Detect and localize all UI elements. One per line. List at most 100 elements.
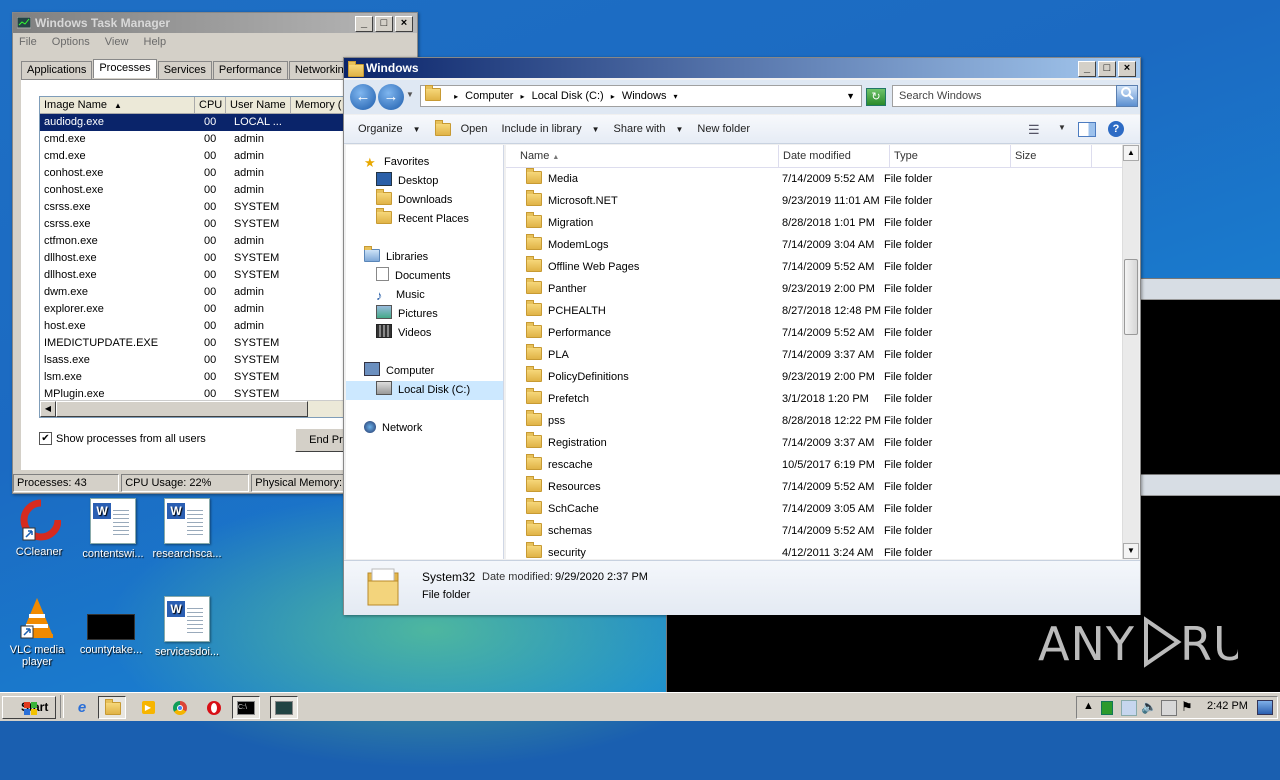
taskbar-task-manager-button[interactable] bbox=[270, 696, 298, 719]
tab-processes[interactable]: Processes bbox=[93, 59, 157, 78]
desktop-icon-vlc[interactable]: VLC media player bbox=[0, 596, 74, 668]
breadcrumb-chevron-icon[interactable]: ▾ bbox=[674, 92, 678, 101]
scroll-up-button[interactable]: ▲ bbox=[1123, 145, 1139, 161]
menu-help[interactable]: Help bbox=[144, 36, 167, 48]
tab-applications[interactable]: Applications bbox=[21, 61, 93, 80]
file-row[interactable]: rescache 10/5/2017 6:19 PM File folder bbox=[506, 454, 1122, 476]
close-button[interactable]: × bbox=[395, 16, 413, 32]
show-all-processes-option[interactable]: ✔ Show processes from all users bbox=[39, 432, 206, 445]
console-titlebar[interactable] bbox=[1141, 475, 1280, 496]
file-row[interactable]: ModemLogs 7/14/2009 3:04 AM File folder bbox=[506, 234, 1122, 256]
view-dropdown-icon[interactable]: ▼ bbox=[1058, 123, 1066, 132]
vertical-scrollbar[interactable]: ▲ ▼ bbox=[1122, 145, 1139, 559]
desktop-icon-doc-2[interactable]: W researchsca... bbox=[150, 498, 224, 560]
nav-libraries[interactable]: Libraries bbox=[346, 246, 503, 267]
file-row[interactable]: SchCache 7/14/2009 3:05 AM File folder bbox=[506, 498, 1122, 520]
file-list[interactable]: Name ▲ Date modified Type Size Media 7/14… bbox=[506, 145, 1122, 559]
file-row[interactable]: PCHEALTH 8/27/2018 12:48 PM File folder bbox=[506, 300, 1122, 322]
column-type[interactable]: Type bbox=[890, 145, 1011, 167]
nav-videos[interactable]: Videos bbox=[346, 324, 503, 343]
file-row[interactable]: schemas 7/14/2009 5:52 AM File folder bbox=[506, 520, 1122, 542]
file-row[interactable]: Migration 8/28/2018 1:01 PM File folder bbox=[506, 212, 1122, 234]
volume-icon[interactable]: 🔈 bbox=[1141, 699, 1157, 715]
desktop-icon-file[interactable]: countytake... bbox=[74, 596, 148, 656]
back-button[interactable]: ← bbox=[350, 84, 376, 110]
recent-pages-chevron-icon[interactable]: ▼ bbox=[406, 90, 414, 99]
file-row[interactable]: PolicyDefinitions 9/23/2019 2:00 PM File f… bbox=[506, 366, 1122, 388]
open-button[interactable]: Open bbox=[434, 119, 487, 136]
menu-file[interactable]: File bbox=[19, 36, 37, 48]
preview-pane-icon[interactable] bbox=[1078, 122, 1096, 137]
scroll-left-button[interactable]: ◀ bbox=[40, 401, 56, 417]
share-with-button[interactable]: Share with ▼ bbox=[614, 123, 684, 135]
nav-documents[interactable]: Documents bbox=[346, 267, 503, 286]
include-in-library-button[interactable]: Include in library ▼ bbox=[501, 123, 599, 135]
file-row[interactable]: Prefetch 3/1/2018 1:20 PM File folder bbox=[506, 388, 1122, 410]
show-desktop-icon[interactable] bbox=[1257, 700, 1273, 715]
nav-network[interactable]: Network bbox=[346, 419, 503, 438]
clock[interactable]: 2:42 PM bbox=[1207, 700, 1248, 712]
tab-services[interactable]: Services bbox=[157, 61, 212, 80]
nav-local-disk[interactable]: Local Disk (C:) bbox=[346, 381, 503, 400]
menu-view[interactable]: View bbox=[105, 36, 129, 48]
file-row[interactable]: PLA 7/14/2009 3:37 AM File folder bbox=[506, 344, 1122, 366]
background-console-window-1[interactable] bbox=[1140, 278, 1280, 476]
search-input[interactable]: Search Windows bbox=[892, 85, 1122, 107]
scroll-down-button[interactable]: ▼ bbox=[1123, 543, 1139, 559]
taskbar-cmd-button[interactable]: C:\ bbox=[232, 696, 260, 719]
column-date-modified[interactable]: Date modified bbox=[779, 145, 890, 167]
scroll-thumb[interactable] bbox=[56, 401, 308, 417]
column-name[interactable]: Name ▲ bbox=[506, 145, 779, 167]
network-status-icon[interactable] bbox=[1101, 701, 1113, 715]
address-dropdown-icon[interactable]: ▼ bbox=[846, 86, 855, 106]
nav-recent-places[interactable]: Recent Places bbox=[346, 208, 503, 229]
maximize-button[interactable]: □ bbox=[1098, 61, 1116, 77]
file-row[interactable]: Offline Web Pages 7/14/2009 5:52 AM File f… bbox=[506, 256, 1122, 278]
show-hidden-icons-icon[interactable]: ▲ bbox=[1083, 700, 1094, 712]
forward-button[interactable]: → bbox=[378, 84, 404, 110]
search-button[interactable] bbox=[1116, 85, 1138, 107]
nav-desktop[interactable]: Desktop bbox=[346, 172, 503, 191]
console-titlebar[interactable] bbox=[1141, 279, 1280, 300]
refresh-button[interactable]: ↻ bbox=[866, 88, 886, 106]
nav-music[interactable]: ♪ Music bbox=[346, 286, 503, 305]
explorer-titlebar[interactable]: Windows _ □ × bbox=[344, 58, 1140, 78]
column-size[interactable]: Size bbox=[1011, 145, 1092, 167]
file-row[interactable]: Registration 7/14/2009 3:37 AM File folder bbox=[506, 432, 1122, 454]
taskbar-ie-button[interactable]: e bbox=[68, 696, 96, 719]
taskbar-media-player-button[interactable]: ▶ bbox=[134, 696, 162, 719]
file-row[interactable]: pss 8/28/2018 12:22 PM File folder bbox=[506, 410, 1122, 432]
breadcrumb-local-disk[interactable]: Local Disk (C:) bbox=[532, 90, 604, 102]
task-manager-titlebar[interactable]: Windows Task Manager _ □ × bbox=[13, 13, 417, 33]
file-row[interactable]: Media 7/14/2009 5:52 AM File folder bbox=[506, 168, 1122, 190]
action-center-icon[interactable] bbox=[1121, 700, 1137, 716]
file-row[interactable]: Microsoft.NET 9/23/2019 11:01 AM File fold… bbox=[506, 190, 1122, 212]
maximize-button[interactable]: □ bbox=[375, 16, 393, 32]
desktop-icon-ccleaner[interactable]: CCleaner bbox=[2, 498, 76, 558]
tray-app-icon[interactable] bbox=[1161, 700, 1177, 716]
new-folder-button[interactable]: New folder bbox=[697, 123, 750, 135]
breadcrumb-chevron-icon[interactable]: ▸ bbox=[454, 92, 458, 101]
taskbar-chrome-button[interactable] bbox=[166, 696, 194, 719]
nav-favorites[interactable]: ★ Favorites bbox=[346, 153, 503, 172]
breadcrumb-chevron-icon[interactable]: ▸ bbox=[611, 92, 615, 101]
organize-button[interactable]: Organize ▼ bbox=[358, 123, 421, 135]
taskbar-opera-button[interactable] bbox=[200, 696, 228, 719]
column-user-name[interactable]: User Name bbox=[226, 97, 291, 113]
help-icon[interactable]: ? bbox=[1108, 121, 1124, 137]
minimize-button[interactable]: _ bbox=[355, 16, 373, 32]
nav-downloads[interactable]: Downloads bbox=[346, 189, 503, 210]
column-cpu[interactable]: CPU bbox=[195, 97, 226, 113]
breadcrumb-chevron-icon[interactable]: ▸ bbox=[521, 92, 525, 101]
minimize-button[interactable]: _ bbox=[1078, 61, 1096, 77]
show-all-checkbox[interactable]: ✔ bbox=[39, 432, 52, 445]
file-row[interactable]: security 4/12/2011 3:24 AM File folder bbox=[506, 542, 1122, 559]
flag-icon[interactable]: ⚑ bbox=[1181, 699, 1193, 715]
column-image-name[interactable]: Image Name ▲ bbox=[40, 97, 195, 113]
file-row[interactable]: Panther 9/23/2019 2:00 PM File folder bbox=[506, 278, 1122, 300]
breadcrumb-windows[interactable]: Windows bbox=[622, 90, 667, 102]
explorer-window[interactable]: Windows _ □ × ← → ▼ ▸ Computer ▸ Local D… bbox=[343, 57, 1141, 615]
address-bar[interactable]: ▸ Computer ▸ Local Disk (C:) ▸ Windows ▾… bbox=[420, 85, 862, 107]
nav-pictures[interactable]: Pictures bbox=[346, 305, 503, 324]
taskbar-explorer-button[interactable] bbox=[98, 696, 126, 719]
